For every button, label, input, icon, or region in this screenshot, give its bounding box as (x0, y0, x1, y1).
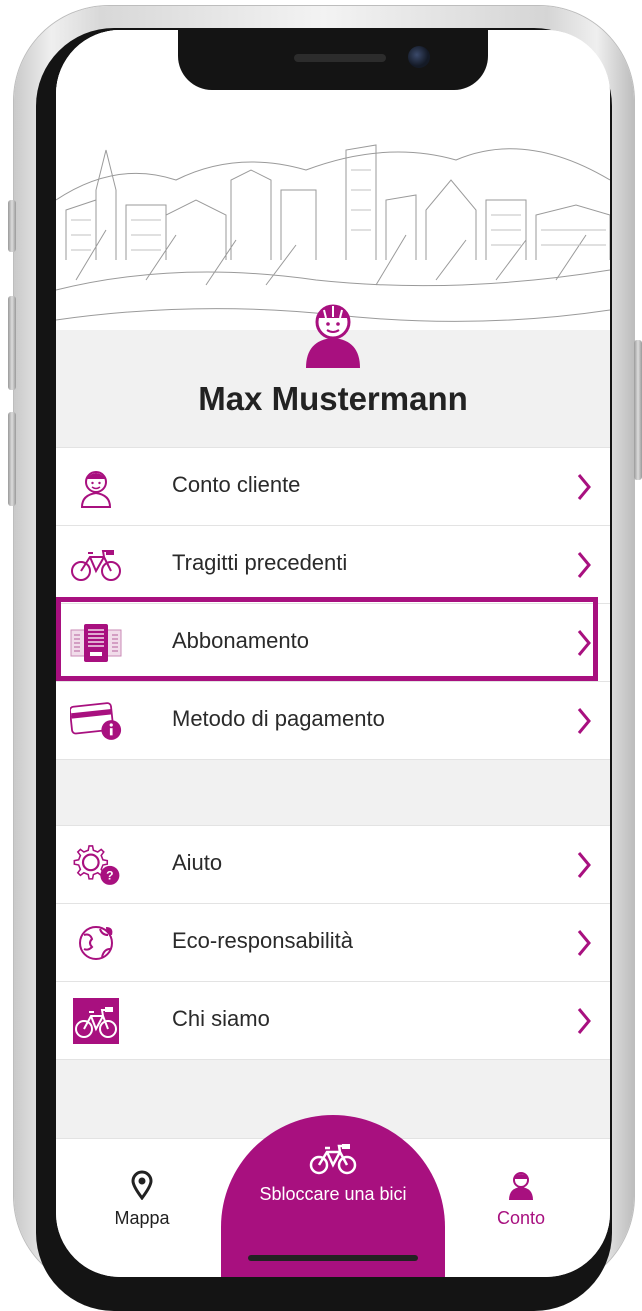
chevron-right-icon (577, 1008, 591, 1034)
earpiece-speaker (294, 54, 386, 62)
menu-item-label: Tragitti precedenti (172, 550, 348, 575)
menu-item-label: Chi siamo (172, 1006, 270, 1031)
menu-item-aiuto[interactable]: ? Aiuto (56, 825, 610, 903)
ticket-icon (70, 617, 122, 669)
front-camera (408, 46, 430, 68)
menu-item-chi-siamo[interactable]: Chi siamo (56, 981, 610, 1060)
bike-icon (70, 539, 122, 591)
globe-icon (70, 917, 122, 969)
info-menu: ? Aiuto Eco-responsabilità Chi siamo (56, 825, 610, 1060)
volume-up-button (8, 296, 16, 390)
cyclist-avatar-icon (306, 304, 360, 368)
user-icon (70, 461, 122, 513)
tab-label-map: Mappa (114, 1208, 170, 1228)
menu-item-metodo-di-pagamento[interactable]: Metodo di pagamento (56, 681, 610, 760)
bike-icon (309, 1144, 357, 1175)
menu-item-abbonamento[interactable]: Abbonamento (56, 603, 610, 681)
home-indicator (248, 1255, 418, 1261)
menu-item-conto-cliente[interactable]: Conto cliente (56, 447, 610, 525)
notch (178, 30, 488, 90)
menu-item-label: Aiuto (172, 850, 223, 875)
bike-square-icon (70, 995, 122, 1047)
svg-text:?: ? (106, 869, 113, 883)
power-button (634, 340, 642, 480)
tab-account[interactable]: Conto (486, 1170, 556, 1229)
chevron-right-icon (577, 474, 591, 500)
menu-item-tragitti-precedenti[interactable]: Tragitti precedenti (56, 525, 610, 603)
menu-item-label: Metodo di pagamento (172, 706, 385, 731)
chevron-right-icon (577, 930, 591, 956)
tab-map[interactable]: Mappa (112, 1170, 172, 1229)
menu-item-label: Eco-responsabilità (172, 928, 353, 953)
chevron-right-icon (577, 708, 591, 734)
chevron-right-icon (577, 630, 591, 656)
volume-down-button (8, 412, 16, 506)
map-pin-icon (131, 1170, 153, 1200)
profile-name: Max Mustermann (198, 380, 468, 417)
app-screen: Max Mustermann Conto cliente Tragitti pr… (56, 30, 610, 1277)
tab-unlock[interactable]: Sbloccare una bici (221, 1142, 445, 1205)
menu-item-label: Abbonamento (172, 628, 309, 653)
mute-switch (8, 200, 16, 252)
tab-label-unlock: Sbloccare una bici (259, 1184, 407, 1204)
chevron-right-icon (577, 552, 591, 578)
menu-item-label: Conto cliente (172, 472, 301, 497)
help-gear-icon: ? (70, 839, 122, 891)
profile-avatar (302, 296, 364, 368)
credit-card-icon (70, 695, 122, 747)
tab-label-account: Conto (496, 1208, 546, 1228)
account-menu: Conto cliente Tragitti precedenti Abbona… (56, 447, 610, 760)
chevron-right-icon (577, 852, 591, 878)
menu-item-eco-responsabilita[interactable]: Eco-responsabilità (56, 903, 610, 981)
user-icon (509, 1172, 533, 1200)
